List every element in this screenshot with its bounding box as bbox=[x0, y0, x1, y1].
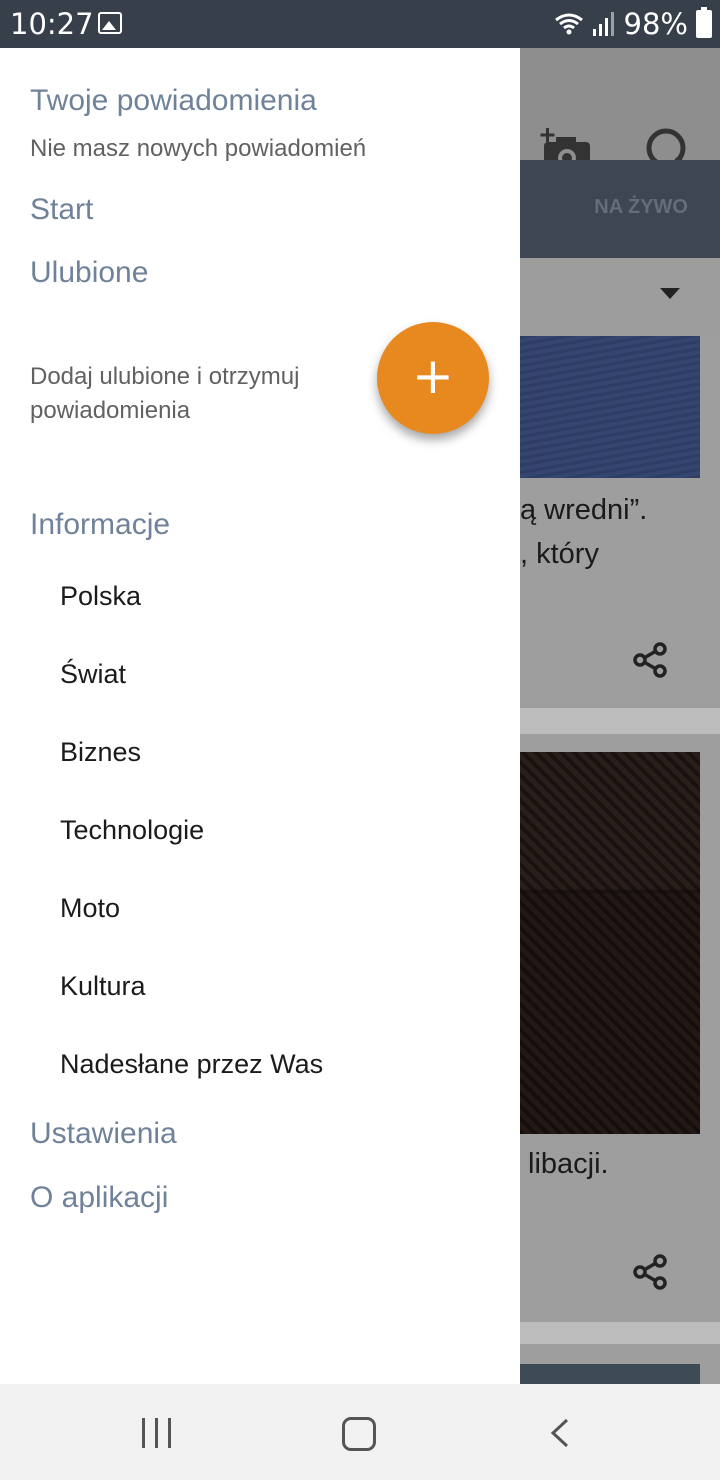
notifications-empty-text: Nie masz nowych powiadomień bbox=[30, 135, 367, 162]
drawer-item-settings[interactable]: Ustawienia bbox=[30, 1117, 177, 1151]
drawer-item-start[interactable]: Start bbox=[30, 193, 93, 227]
dropdown-arrow-icon[interactable] bbox=[660, 288, 680, 299]
recent-apps-icon[interactable] bbox=[142, 1418, 172, 1448]
drawer-item-swiat[interactable]: Świat bbox=[60, 659, 126, 690]
drawer-item-moto[interactable]: Moto bbox=[60, 893, 120, 924]
signal-icon bbox=[592, 12, 614, 36]
favorites-hint-line: Dodaj ulubione i otrzymuj bbox=[30, 363, 300, 390]
wifi-icon bbox=[554, 13, 583, 35]
status-time: 10:27 bbox=[10, 7, 94, 41]
share-icon[interactable] bbox=[632, 642, 668, 678]
battery-percent: 98% bbox=[623, 7, 688, 41]
add-favorite-button[interactable]: + bbox=[377, 322, 489, 434]
image-notification-icon bbox=[98, 12, 122, 34]
drawer-item-biznes[interactable]: Biznes bbox=[60, 737, 141, 768]
drawer-item-technologie[interactable]: Technologie bbox=[60, 815, 204, 846]
share-icon[interactable] bbox=[632, 1254, 668, 1290]
status-right: 98% bbox=[554, 7, 712, 41]
favorites-hint: Dodaj ulubione i otrzymuj powiadomienia bbox=[30, 360, 299, 428]
status-bar: 10:27 98% bbox=[0, 0, 720, 48]
navigation-drawer: Twoje powiadomienia Nie masz nowych powi… bbox=[0, 48, 520, 1384]
drawer-item-polska[interactable]: Polska bbox=[60, 581, 141, 612]
system-nav-bar bbox=[0, 1384, 720, 1480]
home-icon[interactable] bbox=[342, 1417, 376, 1451]
news-photo bbox=[520, 752, 700, 1134]
news-photo bbox=[520, 336, 700, 478]
tab-live[interactable]: NA ŻYWO bbox=[594, 196, 688, 219]
drawer-item-kultura[interactable]: Kultura bbox=[60, 971, 146, 1002]
section-informacje[interactable]: Informacje bbox=[30, 508, 170, 542]
back-icon[interactable] bbox=[548, 1418, 572, 1448]
drawer-item-about[interactable]: O aplikacji bbox=[30, 1181, 168, 1215]
card-headline-line: , który bbox=[520, 538, 599, 570]
card-headline-line: ą wredni”. bbox=[520, 494, 648, 526]
notifications-title[interactable]: Twoje powiadomienia bbox=[30, 84, 317, 118]
battery-icon bbox=[696, 7, 712, 38]
favorites-hint-line: powiadomienia bbox=[30, 397, 191, 424]
card-headline-line: libacji. bbox=[528, 1148, 609, 1180]
drawer-item-nadeslane[interactable]: Nadesłane przez Was bbox=[60, 1049, 323, 1080]
drawer-item-favorites[interactable]: Ulubione bbox=[30, 256, 148, 290]
